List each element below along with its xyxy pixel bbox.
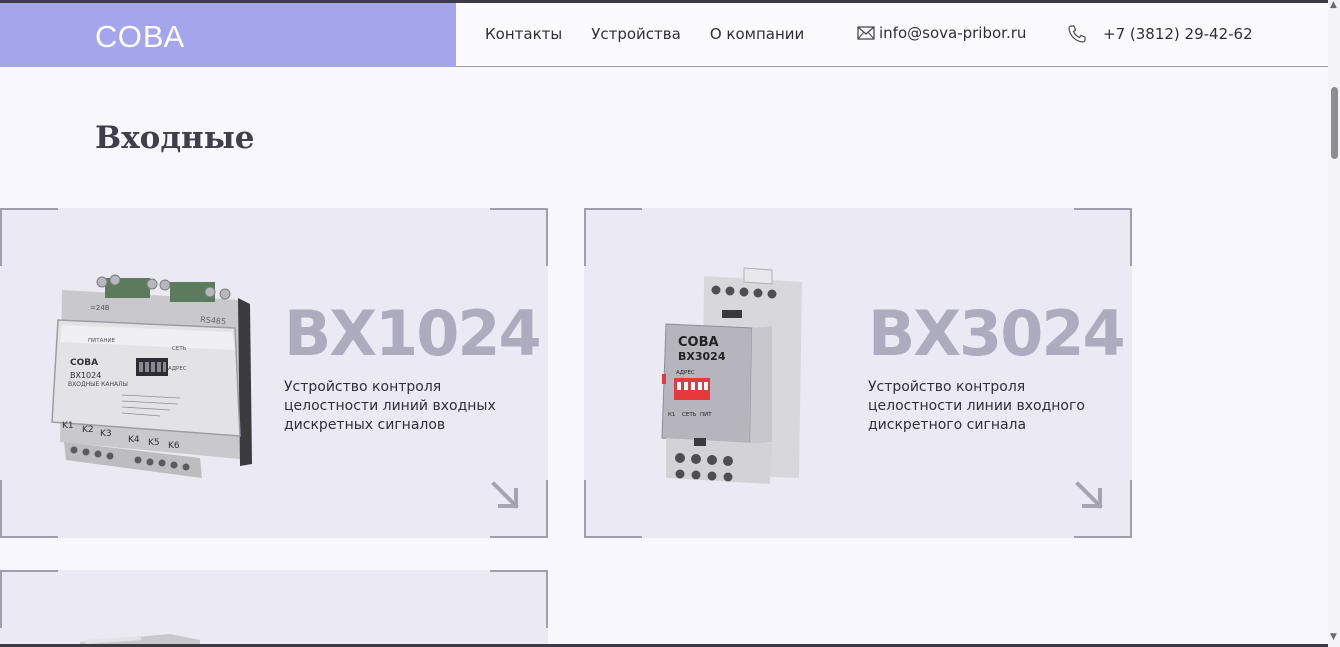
device-address-label: АДРЕС	[676, 370, 695, 376]
mail-icon	[857, 26, 875, 40]
phone-text: +7 (3812) 29-42-62	[1103, 25, 1253, 43]
device-model-text: ВХ3024	[678, 350, 726, 363]
device-k1-label: К1	[668, 412, 675, 418]
device-net-label: СЕТЬ	[682, 412, 697, 418]
logo-text: СОВА	[95, 19, 185, 53]
card-corner-frame	[490, 208, 548, 266]
product-card-vx3024[interactable]: СОВА ВХ3024 АДРЕС К1 СЕТЬ ПИТ ВХ3024 Уст…	[584, 208, 1132, 538]
product-model: ВХ3024	[868, 297, 1126, 370]
device-net-label: СЕТЬ	[172, 346, 187, 352]
device-channel-k1: K1	[62, 421, 74, 431]
card-corner-frame	[1074, 208, 1132, 266]
device-channel-k5: K5	[148, 438, 160, 448]
card-corner-frame	[0, 208, 58, 266]
device-brand-text: СОВА	[70, 358, 98, 368]
scroll-down-icon[interactable]: ▼	[1330, 632, 1337, 642]
card-corner-frame	[490, 570, 548, 628]
email-text: info@sova-pribor.ru	[879, 24, 1027, 42]
arrow-down-right-icon[interactable]	[490, 480, 522, 512]
device-power-label: ПИТ	[700, 412, 712, 418]
device-brand-text: СОВА	[678, 335, 719, 350]
device-address-label: АДРЕС	[168, 366, 187, 372]
email-link[interactable]: info@sova-pribor.ru	[857, 24, 1026, 42]
device-model-text: ВХ1024	[70, 371, 101, 380]
nav-contacts[interactable]: Контакты	[485, 25, 562, 43]
nav-about[interactable]: О компании	[710, 25, 804, 43]
device-voltage-label: =24В	[90, 304, 110, 312]
card-corner-frame	[584, 480, 642, 538]
product-card-vx1024[interactable]: СОВА ВХ1024 ПИТАНИЕ СЕТЬ АДРЕС RS485 =24…	[0, 208, 548, 538]
device-channel-k2: K2	[82, 425, 94, 435]
section-title: Входные	[95, 120, 255, 156]
device-image-vx1024: СОВА ВХ1024 ПИТАНИЕ СЕТЬ АДРЕС RS485 =24…	[51, 274, 252, 478]
phone-icon	[1068, 25, 1086, 43]
scrollbar-thumb[interactable]	[1331, 87, 1338, 159]
device-channel-k4: K4	[128, 435, 140, 445]
phone-link[interactable]: +7 (3812) 29-42-62	[1067, 24, 1253, 44]
card-corner-frame	[584, 208, 642, 266]
arrow-down-right-icon[interactable]	[1074, 480, 1106, 512]
scroll-up-icon[interactable]: ▲	[1330, 0, 1337, 10]
device-channels-label: ВХОДНЫЕ КАНАЛЫ	[68, 381, 128, 388]
card-corner-frame	[0, 570, 58, 628]
sova-logo-mark: СОВА	[95, 19, 185, 54]
product-description: Устройство контроля целостности линий вх…	[284, 379, 496, 433]
main-nav: Контакты Устройства О компании	[485, 25, 804, 43]
device-power-label: ПИТАНИЕ	[88, 338, 116, 344]
page-scrollbar[interactable]: ▲ ▼	[1328, 0, 1340, 647]
product-description: Устройство контроля целостности линии вх…	[868, 379, 1085, 433]
device-channel-k3: K3	[100, 429, 112, 439]
product-card-partial[interactable]	[0, 570, 548, 647]
nav-devices[interactable]: Устройства	[591, 25, 681, 43]
site-header: СОВА Контакты Устройства О компании info…	[0, 3, 1328, 67]
site-logo[interactable]: СОВА	[95, 17, 200, 54]
product-model: ВХ1024	[284, 297, 542, 370]
device-channel-k6: K6	[168, 441, 180, 451]
logo-block: СОВА	[0, 3, 456, 67]
device-image-vx3024: СОВА ВХ3024 АДРЕС К1 СЕТЬ ПИТ	[661, 267, 802, 484]
